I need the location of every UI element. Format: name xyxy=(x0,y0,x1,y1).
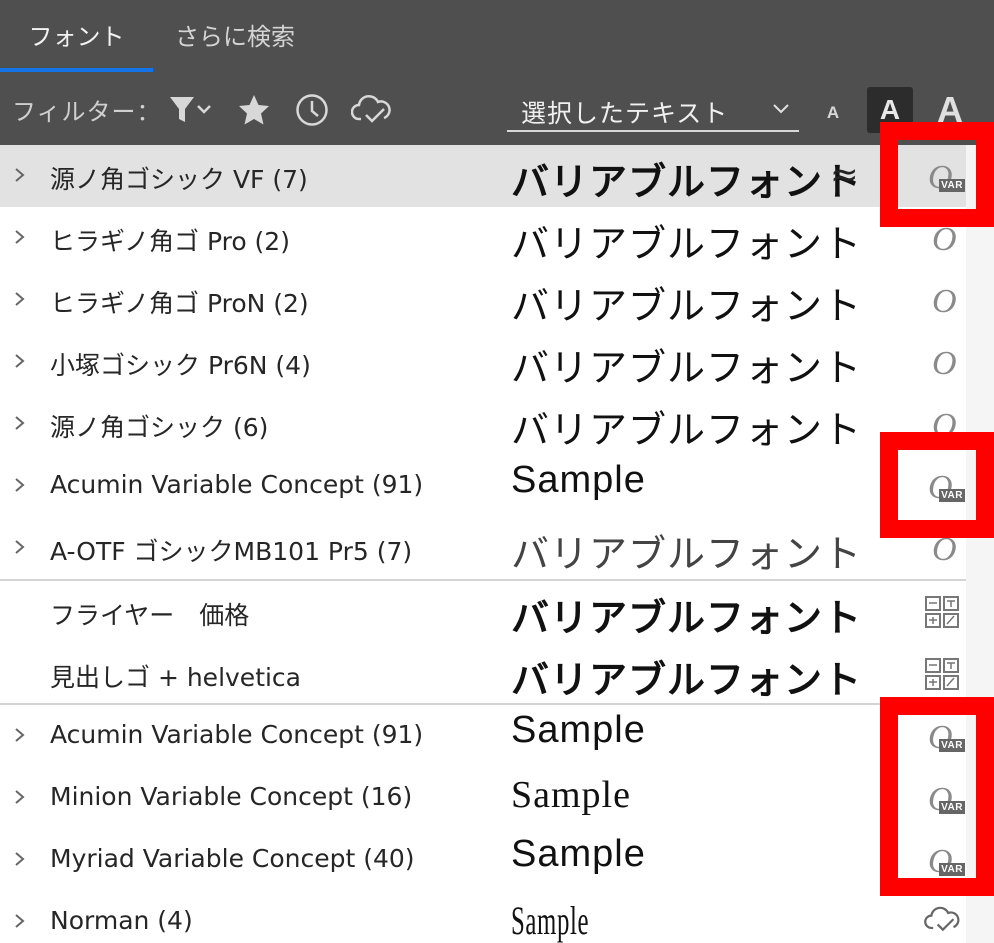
font-sample-text: Sample xyxy=(511,898,590,943)
font-sample-text: バリアブルフォント xyxy=(511,532,863,576)
font-family-name: ヒラギノ角ゴ ProN (2) xyxy=(50,289,309,318)
chevron-right-icon[interactable] xyxy=(12,723,28,747)
font-row[interactable]: フライヤー 価格 バリアブルフォント xyxy=(0,581,966,643)
tab-find-more-label: さらに検索 xyxy=(175,23,295,51)
filter-label: フィルター： xyxy=(12,98,162,126)
chevron-right-icon[interactable] xyxy=(12,411,28,435)
font-family-name: 源ノ角ゴシック (6) xyxy=(50,413,269,442)
opentype-icon: O xyxy=(932,283,957,320)
highlight-box xyxy=(880,432,994,538)
font-family-name: A-OTF ゴシックMB101 Pr5 (7) xyxy=(50,537,413,566)
font-sample-text: バリアブルフォント xyxy=(511,658,863,702)
font-row[interactable]: A-OTF ゴシックMB101 Pr5 (7) バリアブルフォント O xyxy=(0,517,966,579)
font-row[interactable]: 源ノ角ゴシック VF (7) バリアブルフォント ≈ O VAR xyxy=(0,145,994,207)
font-sample-text: Sample xyxy=(511,833,646,875)
font-row[interactable]: Acumin Variable Concept (91) Sample O VAR xyxy=(0,455,966,517)
font-sample-text: Sample xyxy=(511,774,631,816)
cloud-check-icon xyxy=(920,905,964,941)
cloud-check-icon[interactable] xyxy=(350,92,392,128)
font-row[interactable]: 見出しゴ + helvetica バリアブルフォント xyxy=(0,643,966,705)
chevron-right-icon[interactable] xyxy=(12,349,28,373)
highlight-box xyxy=(880,122,994,227)
font-list: 源ノ角ゴシック VF (7) バリアブルフォント ≈ O VAR ヒラギノ角ゴ P… xyxy=(0,145,994,943)
font-row[interactable]: Minion Variable Concept (16) Sample O VAR xyxy=(0,767,966,829)
highlight-box xyxy=(880,697,994,896)
chevron-right-icon[interactable] xyxy=(12,225,28,249)
font-row[interactable]: Acumin Variable Concept (91) Sample O VAR xyxy=(0,705,966,767)
chevron-right-icon[interactable] xyxy=(12,535,28,559)
sample-text-select-value: 選択したテキスト xyxy=(521,99,729,128)
font-family-name: Norman (4) xyxy=(50,906,193,935)
sample-size-small-button[interactable]: A xyxy=(818,98,848,128)
font-sample-text: バリアブルフォント xyxy=(511,596,863,640)
sample-text-select[interactable]: 選択したテキスト xyxy=(507,90,799,132)
approx-icon: ≈ xyxy=(830,155,859,195)
chevron-right-icon[interactable] xyxy=(12,473,28,497)
clock-icon[interactable] xyxy=(294,92,330,128)
chevron-right-icon[interactable] xyxy=(12,163,28,187)
font-row[interactable]: 源ノ角ゴシック (6) バリアブルフォント O xyxy=(0,393,966,455)
font-family-name: フライヤー 価格 xyxy=(50,601,250,630)
chevron-right-icon[interactable] xyxy=(12,847,28,871)
star-icon[interactable] xyxy=(236,92,272,128)
filter-bar: フィルター： 選択したテキスト A A A xyxy=(0,80,994,140)
font-sample-text: Sample xyxy=(511,459,646,501)
filter-icon[interactable] xyxy=(166,92,216,128)
chevron-right-icon[interactable] xyxy=(12,909,28,933)
font-sample-text: バリアブルフォント xyxy=(511,284,863,328)
font-family-name: Minion Variable Concept (16) xyxy=(50,782,413,811)
chevron-right-icon[interactable] xyxy=(12,287,28,311)
tab-find-more[interactable]: さらに検索 xyxy=(175,0,295,72)
font-family-name: Myriad Variable Concept (40) xyxy=(50,844,415,873)
composite-font-icon xyxy=(920,595,964,631)
chevron-down-icon xyxy=(773,104,789,114)
font-family-name: Acumin Variable Concept (91) xyxy=(50,470,424,499)
font-sample-text: バリアブルフォント xyxy=(511,346,863,390)
composite-font-icon xyxy=(920,657,964,693)
font-family-name: Acumin Variable Concept (91) xyxy=(50,720,424,749)
font-family-name: 見出しゴ + helvetica xyxy=(50,663,302,692)
font-sample-text: バリアブルフォント xyxy=(511,408,863,452)
font-family-name: ヒラギノ角ゴ Pro (2) xyxy=(50,227,290,256)
tab-fonts-label: フォント xyxy=(28,23,125,51)
font-row[interactable]: Myriad Variable Concept (40) Sample O VAR xyxy=(0,829,966,891)
font-family-name: 小塚ゴシック Pr6N (4) xyxy=(50,351,311,380)
font-row[interactable]: Norman (4) Sample xyxy=(0,891,966,943)
chevron-right-icon[interactable] xyxy=(12,785,28,809)
active-tab-underline xyxy=(0,68,153,72)
font-sample-text: バリアブルフォント xyxy=(511,160,863,204)
font-sample-text: バリアブルフォント xyxy=(511,222,863,266)
font-row[interactable]: ヒラギノ角ゴ ProN (2) バリアブルフォント O xyxy=(0,269,966,331)
font-row[interactable]: ヒラギノ角ゴ Pro (2) バリアブルフォント O xyxy=(0,207,966,269)
font-row[interactable]: 小塚ゴシック Pr6N (4) バリアブルフォント O xyxy=(0,331,966,393)
panel-header: フォント さらに検索 フィルター： 選択したテキスト A A A xyxy=(0,0,994,145)
tab-fonts[interactable]: フォント xyxy=(0,0,153,72)
font-sample-text: Sample xyxy=(511,709,646,751)
opentype-icon: O xyxy=(932,345,957,382)
font-family-name: 源ノ角ゴシック VF (7) xyxy=(50,165,308,194)
